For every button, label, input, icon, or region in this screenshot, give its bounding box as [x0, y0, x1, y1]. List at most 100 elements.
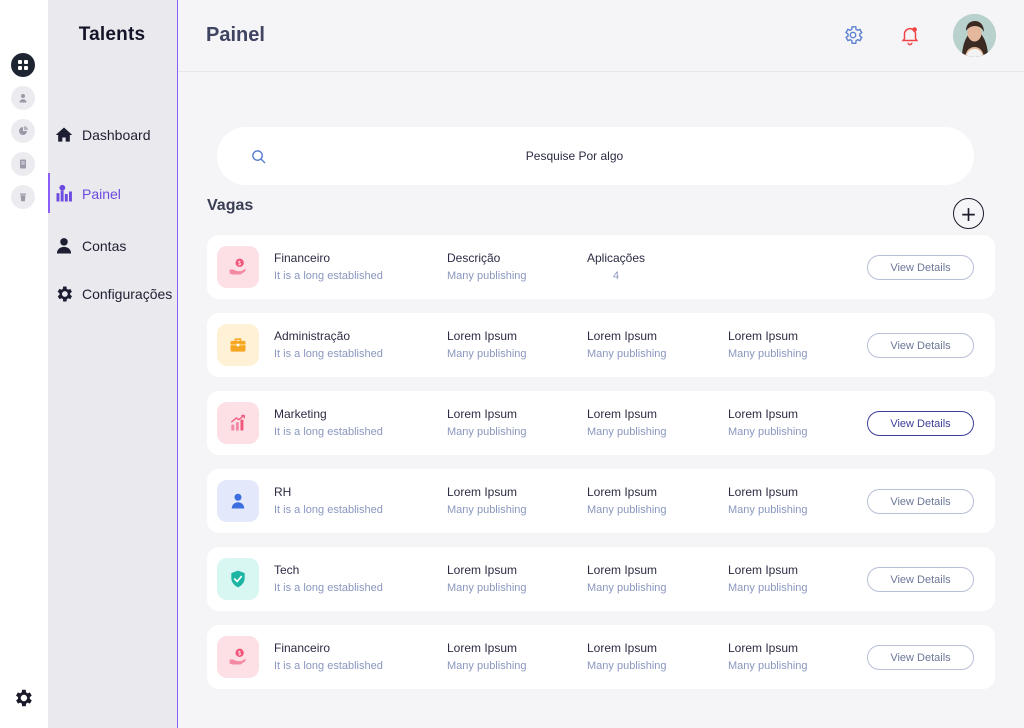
sidebar-item-painel[interactable]: Painel: [54, 179, 121, 209]
job-title: Financeiro: [274, 641, 331, 655]
col-header: Lorem Ipsum: [587, 563, 658, 577]
col-header: Lorem Ipsum: [587, 329, 658, 343]
sidebar-item-dashboard[interactable]: Dashboard: [54, 120, 151, 150]
avatar-photo: [953, 14, 996, 57]
col-header: Lorem Ipsum: [447, 329, 518, 343]
job-card: RH It is a long established Lorem Ipsum …: [207, 469, 995, 533]
job-col: Lorem Ipsum Many publishing: [728, 407, 808, 438]
view-details-button[interactable]: View Details: [867, 333, 974, 358]
job-title: Tech: [274, 563, 300, 577]
brand-logo-text: Talents: [78, 24, 146, 45]
search-input[interactable]: [287, 127, 862, 185]
col-value: Many publishing: [728, 582, 808, 594]
sidebar-item-contas[interactable]: Contas: [54, 231, 126, 261]
sidebar: Talents Dashboard Painel Contas Configur…: [48, 0, 178, 728]
app-root: Talents Dashboard Painel Contas Configur…: [0, 0, 1024, 728]
job-subtitle: It is a long established: [274, 582, 383, 594]
svg-text:$: $: [238, 651, 242, 657]
sidebar-item-configuracoes[interactable]: Configurações: [54, 279, 172, 309]
growth-chart-icon: [230, 414, 245, 431]
top-header: Painel: [178, 0, 1024, 72]
view-details-button[interactable]: View Details: [867, 489, 974, 514]
job-col: Aplicações 4: [587, 251, 645, 282]
col-header: Lorem Ipsum: [447, 641, 518, 655]
job-subtitle: It is a long established: [274, 270, 383, 282]
job-card: Marketing It is a long established Lorem…: [207, 391, 995, 455]
job-col: Lorem Ipsum Many publishing: [587, 485, 667, 516]
rail-trash-button[interactable]: [11, 185, 35, 209]
col-header: Lorem Ipsum: [587, 485, 658, 499]
grid-icon: [18, 60, 28, 70]
rail-apps-button[interactable]: [11, 53, 35, 77]
col-header: Lorem Ipsum: [447, 563, 518, 577]
search-icon: [252, 150, 266, 164]
rail-docs-button[interactable]: [11, 152, 35, 176]
search-bar: [217, 127, 974, 185]
job-subtitle: It is a long established: [274, 660, 383, 672]
job-subtitle: It is a long established: [274, 426, 383, 438]
job-card: $ Financeiro It is a long established De…: [207, 235, 995, 299]
col-value: Many publishing: [447, 348, 527, 360]
job-title-col: Marketing It is a long established: [274, 407, 383, 438]
col-value: Many publishing: [587, 348, 667, 360]
col-header: Descrição: [447, 251, 501, 265]
person-icon: [231, 493, 245, 509]
job-col: Lorem Ipsum Many publishing: [728, 563, 808, 594]
job-col: Lorem Ipsum Many publishing: [447, 329, 527, 360]
job-title: RH: [274, 485, 292, 499]
view-details-button[interactable]: View Details: [867, 645, 974, 670]
col-header: Lorem Ipsum: [728, 485, 799, 499]
col-value: Many publishing: [447, 582, 527, 594]
col-value: Many publishing: [587, 582, 667, 594]
job-col: Lorem Ipsum Many publishing: [587, 641, 667, 672]
rail-profile-button[interactable]: [11, 86, 35, 110]
col-header: Lorem Ipsum: [587, 407, 658, 421]
icon-rail: [0, 0, 48, 728]
briefcase-icon: [230, 338, 246, 352]
job-title-col: Financeiro It is a long established: [274, 251, 383, 282]
section-title: Vagas: [207, 197, 254, 214]
col-header: Lorem Ipsum: [728, 407, 799, 421]
job-col: Lorem Ipsum Many publishing: [447, 641, 527, 672]
view-details-button[interactable]: View Details: [867, 255, 974, 280]
view-details-button[interactable]: View Details: [867, 411, 974, 436]
job-col: Lorem Ipsum Many publishing: [587, 563, 667, 594]
card-icon-box: $: [217, 246, 259, 288]
col-value: Many publishing: [447, 270, 527, 282]
notification-bell-icon[interactable]: [899, 24, 921, 46]
settings-icon[interactable]: [842, 24, 864, 46]
view-details-button[interactable]: View Details: [867, 567, 974, 592]
col-value: Many publishing: [447, 660, 527, 672]
applications-count: 4: [613, 270, 620, 282]
job-title: Marketing: [274, 407, 327, 421]
money-hand-icon: $: [229, 648, 246, 665]
trash-icon: [20, 193, 26, 202]
card-icon-box: $: [217, 636, 259, 678]
rail-stats-button[interactable]: [11, 119, 35, 143]
add-job-button[interactable]: +: [953, 198, 984, 229]
job-col: Lorem Ipsum Many publishing: [447, 485, 527, 516]
job-col: Lorem Ipsum Many publishing: [447, 563, 527, 594]
col-header: Lorem Ipsum: [728, 563, 799, 577]
col-header: Aplicações: [587, 251, 646, 265]
avatar[interactable]: [953, 14, 996, 57]
settings-gear-icon[interactable]: [12, 687, 34, 709]
col-value: Many publishing: [587, 660, 667, 672]
user-small-icon: [19, 94, 27, 103]
col-value: Many publishing: [587, 426, 667, 438]
home-icon: [55, 127, 73, 142]
card-icon-box: [217, 558, 259, 600]
job-col: Lorem Ipsum Many publishing: [728, 329, 808, 360]
job-col: Lorem Ipsum Many publishing: [587, 329, 667, 360]
active-nav-indicator: [48, 173, 50, 213]
money-hand-icon: $: [229, 258, 246, 275]
col-value: Many publishing: [728, 504, 808, 516]
job-col: Lorem Ipsum Many publishing: [447, 407, 527, 438]
col-header: Lorem Ipsum: [728, 641, 799, 655]
job-card: Administração It is a long established L…: [207, 313, 995, 377]
col-header: Lorem Ipsum: [587, 641, 658, 655]
job-title-col: Tech It is a long established: [274, 563, 383, 594]
col-value: Many publishing: [447, 504, 527, 516]
page-title: Painel: [206, 24, 265, 46]
job-card: $ Financeiro It is a long established Lo…: [207, 625, 995, 689]
